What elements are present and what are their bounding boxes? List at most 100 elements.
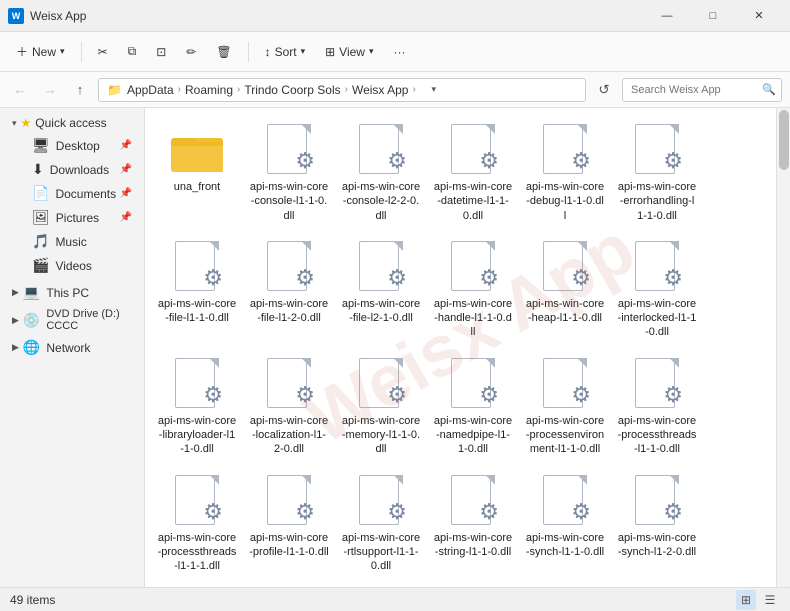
sidebar-item-music[interactable]: 🎵 Music — [4, 230, 140, 253]
gear-icon: ⚙ — [479, 382, 499, 408]
toolbar: ＋ New ▾ ✂ ⧉ ⊡ ✏ 🗑 ↕ Sort ▾ ⊞ View ▾ ··· — [0, 32, 790, 72]
gear-icon: ⚙ — [203, 499, 223, 525]
this-pc-header[interactable]: ▶ 💻 This PC — [4, 281, 140, 304]
delete-button[interactable]: 🗑 — [208, 41, 239, 63]
file-item[interactable]: ⚙ api-ms-win-core-file-l2-1-0.dll — [337, 233, 425, 346]
new-label: New — [32, 45, 56, 59]
file-item[interactable]: ⚙ api-ms-win-core-libraryloader-l1-1-0.d… — [153, 350, 241, 463]
breadcrumb-trindo[interactable]: Trindo Coorp Sols — [244, 83, 340, 97]
file-icon-wrap: ⚙ — [353, 239, 409, 295]
file-item[interactable]: ⚙ api-ms-win-core-profile-l1-1-0.dll — [245, 467, 333, 580]
file-icon-wrap: ⚙ — [537, 239, 593, 295]
forward-button[interactable]: → — [38, 78, 62, 102]
more-button[interactable]: ··· — [386, 41, 414, 63]
file-label: api-ms-win-core-console-l2-2-0.dll — [341, 180, 421, 223]
back-button[interactable]: ← — [8, 78, 32, 102]
list-view-button[interactable]: ☰ — [760, 590, 780, 610]
rename-button[interactable]: ✏ — [178, 41, 204, 63]
file-item[interactable]: ⚙ api-ms-win-core-console-l2-2-0.dll — [337, 116, 425, 229]
network-header[interactable]: ▶ 🌐 Network — [4, 336, 140, 359]
network-icon: 🌐 — [23, 339, 40, 356]
file-icon-wrap: ⚙ — [261, 239, 317, 295]
file-item[interactable]: ⚙ api-ms-win-core-processthreads-l1-1-0.… — [613, 350, 701, 463]
sort-label: Sort — [275, 45, 297, 59]
gear-icon: ⚙ — [571, 148, 591, 174]
up-button[interactable]: ↑ — [68, 78, 92, 102]
file-item[interactable]: ⚙ api-ms-win-core-processthreads-l1-1-1.… — [153, 467, 241, 580]
breadcrumb-appdata[interactable]: AppData — [127, 83, 174, 97]
file-label: api-ms-win-core-profile-l1-1-0.dll — [249, 531, 329, 560]
file-item[interactable]: ⚙ api-ms-win-core-localization-l1-2-0.dl… — [245, 350, 333, 463]
close-button[interactable]: ✕ — [736, 0, 782, 32]
file-item[interactable]: ⚙ api-ms-win-core-namedpipe-l1-1-0.dll — [429, 350, 517, 463]
file-item[interactable]: ⚙ api-ms-win-core-string-l1-1-0.dll — [429, 467, 517, 580]
file-icon-wrap: ⚙ — [261, 356, 317, 412]
file-icon-wrap: ⚙ — [169, 239, 225, 295]
file-label: api-ms-win-core-console-l1-1-0.dll — [249, 180, 329, 223]
dll-icon: ⚙ — [451, 241, 495, 293]
file-item[interactable]: ⚙ api-ms-win-core-console-l1-1-0.dll — [245, 116, 333, 229]
dll-icon: ⚙ — [543, 124, 587, 176]
file-item[interactable]: ⚙ api-ms-win-core-file-l1-1-0.dll — [153, 233, 241, 346]
dll-icon: ⚙ — [175, 241, 219, 293]
file-item[interactable]: ⚙ api-ms-win-core-synch-l1-2-0.dll — [613, 467, 701, 580]
file-item[interactable]: ⚙ api-ms-win-core-heap-l1-1-0.dll — [521, 233, 609, 346]
scrollbar-thumb[interactable] — [779, 110, 789, 170]
file-icon-wrap: ⚙ — [353, 473, 409, 529]
gear-icon: ⚙ — [479, 265, 499, 291]
dll-icon: ⚙ — [267, 358, 311, 410]
sidebar-dvd-label: DVD Drive (D:) CCCC — [46, 308, 132, 332]
sidebar-item-desktop[interactable]: 🖥 Desktop 📌 — [4, 134, 140, 157]
cut-button[interactable]: ✂ — [90, 41, 116, 63]
minimize-button[interactable]: — — [644, 0, 690, 32]
file-icon-wrap: ⚙ — [445, 356, 501, 412]
grid-view-button[interactable]: ⊞ — [736, 590, 756, 610]
paste-button[interactable]: ⊡ — [148, 41, 174, 63]
gear-icon: ⚙ — [571, 382, 591, 408]
folder-icon — [171, 128, 223, 172]
file-item[interactable]: ⚙ api-ms-win-core-datetime-l1-1-0.dll — [429, 116, 517, 229]
breadcrumb-roaming[interactable]: Roaming — [185, 83, 233, 97]
file-item[interactable]: ⚙ api-ms-win-core-handle-l1-1-0.dll — [429, 233, 517, 346]
breadcrumb-weisx[interactable]: Weisx App — [352, 83, 408, 97]
file-item[interactable]: ⚙ api-ms-win-core-rtlsupport-l1-1-0.dll — [337, 467, 425, 580]
gear-icon: ⚙ — [663, 499, 683, 525]
maximize-button[interactable]: □ — [690, 0, 736, 32]
status-bar-right: ⊞ ☰ — [736, 590, 780, 610]
quick-access-header[interactable]: ▾ ★ Quick access — [4, 113, 140, 133]
sidebar-item-documents[interactable]: 📄 Documents 📌 — [4, 182, 140, 205]
scrollbar[interactable] — [776, 108, 790, 587]
main-content: ▾ ★ Quick access 🖥 Desktop 📌 ⬇ Downloads… — [0, 108, 790, 587]
file-item[interactable]: ⚙ api-ms-win-core-synch-l1-1-0.dll — [521, 467, 609, 580]
dvd-drive-header[interactable]: ▶ 💿 DVD Drive (D:) CCCC — [4, 305, 140, 335]
file-label: api-ms-win-core-localization-l1-2-0.dll — [249, 414, 329, 457]
file-item[interactable]: ⚙ api-ms-win-core-interlocked-l1-1-0.dll — [613, 233, 701, 346]
file-item[interactable]: ⚙ api-ms-win-core-debug-l1-1-0.dll — [521, 116, 609, 229]
file-item[interactable]: una_front — [153, 116, 241, 229]
file-item[interactable]: ⚙ api-ms-win-core-file-l1-2-0.dll — [245, 233, 333, 346]
sidebar-item-pictures[interactable]: 🖼 Pictures 📌 — [4, 206, 140, 229]
gear-icon: ⚙ — [387, 148, 407, 174]
file-item[interactable]: ⚙ api-ms-win-core-processenvironment-l1-… — [521, 350, 609, 463]
file-item[interactable]: ⚙ api-ms-win-core-memory-l1-1-0.dll — [337, 350, 425, 463]
refresh-button[interactable]: ↺ — [592, 78, 616, 102]
file-icon-wrap: ⚙ — [629, 122, 685, 178]
gear-icon: ⚙ — [295, 148, 315, 174]
file-label: api-ms-win-core-processthreads-l1-1-0.dl… — [617, 414, 697, 457]
copy-button[interactable]: ⧉ — [120, 40, 145, 63]
view-button[interactable]: ⊞ View ▾ — [317, 41, 381, 63]
file-item[interactable]: ⚙ api-ms-win-core-errorhandling-l1-1-0.d… — [613, 116, 701, 229]
new-button[interactable]: ＋ New ▾ — [8, 39, 73, 64]
sidebar-item-videos[interactable]: 🎬 Videos — [4, 254, 140, 277]
dll-icon: ⚙ — [451, 358, 495, 410]
sidebar-item-downloads[interactable]: ⬇ Downloads 📌 — [4, 158, 140, 181]
file-label: api-ms-win-core-datetime-l1-1-0.dll — [433, 180, 513, 223]
file-label: api-ms-win-core-debug-l1-1-0.dll — [525, 180, 605, 223]
file-grid: una_front ⚙ api-ms-win-core-console-l1-1… — [153, 116, 768, 587]
search-input[interactable] — [622, 78, 782, 102]
quick-access-chevron-icon: ▾ — [12, 118, 17, 129]
sort-button[interactable]: ↕ Sort ▾ — [257, 41, 314, 63]
breadcrumb-dropdown[interactable]: ▾ — [422, 78, 446, 102]
gear-icon: ⚙ — [387, 265, 407, 291]
quick-access-star-icon: ★ — [21, 116, 32, 130]
